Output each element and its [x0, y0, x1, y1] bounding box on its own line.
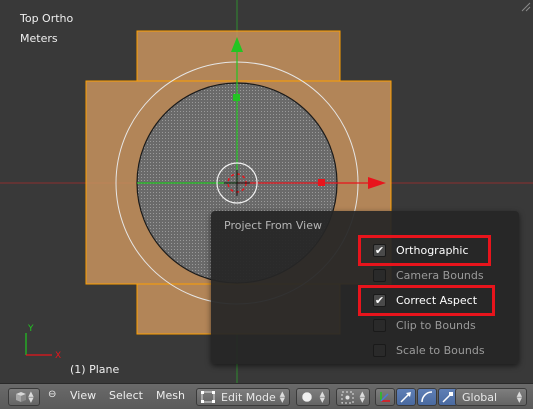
panel-title: Project From View — [224, 219, 322, 232]
mode-label: Edit Mode — [221, 390, 276, 404]
orthographic-checkbox[interactable]: ✔ Orthographic — [373, 241, 469, 259]
3d-viewport[interactable]: Y X Top Ortho Meters (1) Plane Project F… — [0, 0, 533, 383]
editor-type-selector[interactable]: ▲ ▼ — [8, 388, 40, 406]
manipulator-toggle[interactable] — [375, 388, 395, 406]
correct-aspect-checkbox[interactable]: ✔ Correct Aspect — [373, 291, 477, 309]
checkbox-empty-icon — [373, 343, 386, 357]
rotate-manipulator-button[interactable] — [417, 388, 437, 406]
orientation-label: Global — [462, 390, 498, 404]
transform-orientation-selector[interactable]: Global ▲ ▼ — [455, 388, 527, 406]
checkbox-empty-icon — [373, 268, 386, 282]
rotate-arc-icon — [421, 391, 433, 403]
updown-arrows-icon: ▲ ▼ — [359, 390, 365, 404]
edit-mode-icon — [201, 391, 215, 403]
pivot-point-selector[interactable]: ▲ ▼ — [336, 388, 370, 406]
updown-arrows-icon: ▲ ▼ — [319, 390, 325, 404]
menu-view[interactable]: View — [70, 389, 96, 402]
cube-icon — [16, 392, 27, 402]
manipulator-icon — [380, 392, 390, 402]
updown-arrows-icon: ▲ ▼ — [279, 390, 285, 404]
translate-manipulator-button[interactable] — [396, 388, 416, 406]
view-name: Top Ortho — [20, 12, 74, 25]
checkmark-icon: ✔ — [373, 293, 386, 307]
scale-icon — [442, 392, 453, 403]
menu-select[interactable]: Select — [109, 389, 143, 402]
object-label: (1) Plane — [70, 363, 120, 376]
mini-x-label: X — [55, 351, 61, 361]
updown-arrows-icon: ▲ ▼ — [28, 390, 34, 404]
correct-aspect-label: Correct Aspect — [396, 293, 478, 307]
project-from-view-panel: Project From View ✔ Orthographic Camera … — [211, 211, 519, 364]
pivot-icon — [341, 391, 354, 403]
checkbox-empty-icon — [373, 318, 386, 332]
shading-selector[interactable]: ▲ ▼ — [296, 388, 330, 406]
clip-to-bounds-label: Clip to Bounds — [396, 318, 476, 332]
mini-y-label: Y — [27, 324, 34, 334]
orthographic-label: Orthographic — [396, 243, 469, 257]
clip-to-bounds-checkbox[interactable]: Clip to Bounds — [373, 316, 476, 334]
camera-bounds-label: Camera Bounds — [396, 268, 484, 282]
scale-to-bounds-checkbox[interactable]: Scale to Bounds — [373, 341, 485, 359]
collapse-menu-icon[interactable]: ⊖ — [48, 389, 56, 400]
gizmo-y-handle — [233, 94, 240, 101]
checkmark-icon: ✔ — [373, 243, 386, 257]
camera-bounds-checkbox[interactable]: Camera Bounds — [373, 266, 484, 284]
solid-shading-icon — [301, 391, 313, 403]
viewport-header: ▲ ▼ ⊖ View Select Mesh Edit Mode ▲ ▼ ▲ ▼ ▲ ▼ — [0, 383, 533, 409]
units-label: Meters — [20, 32, 58, 45]
mode-selector[interactable]: Edit Mode ▲ ▼ — [196, 388, 290, 406]
updown-arrows-icon: ▲ ▼ — [516, 390, 522, 404]
corner-grip-icon[interactable] — [521, 2, 531, 12]
scale-to-bounds-label: Scale to Bounds — [396, 343, 485, 357]
gizmo-x-handle — [318, 179, 325, 186]
menu-mesh[interactable]: Mesh — [156, 389, 185, 402]
translate-arrow-icon — [400, 392, 411, 403]
